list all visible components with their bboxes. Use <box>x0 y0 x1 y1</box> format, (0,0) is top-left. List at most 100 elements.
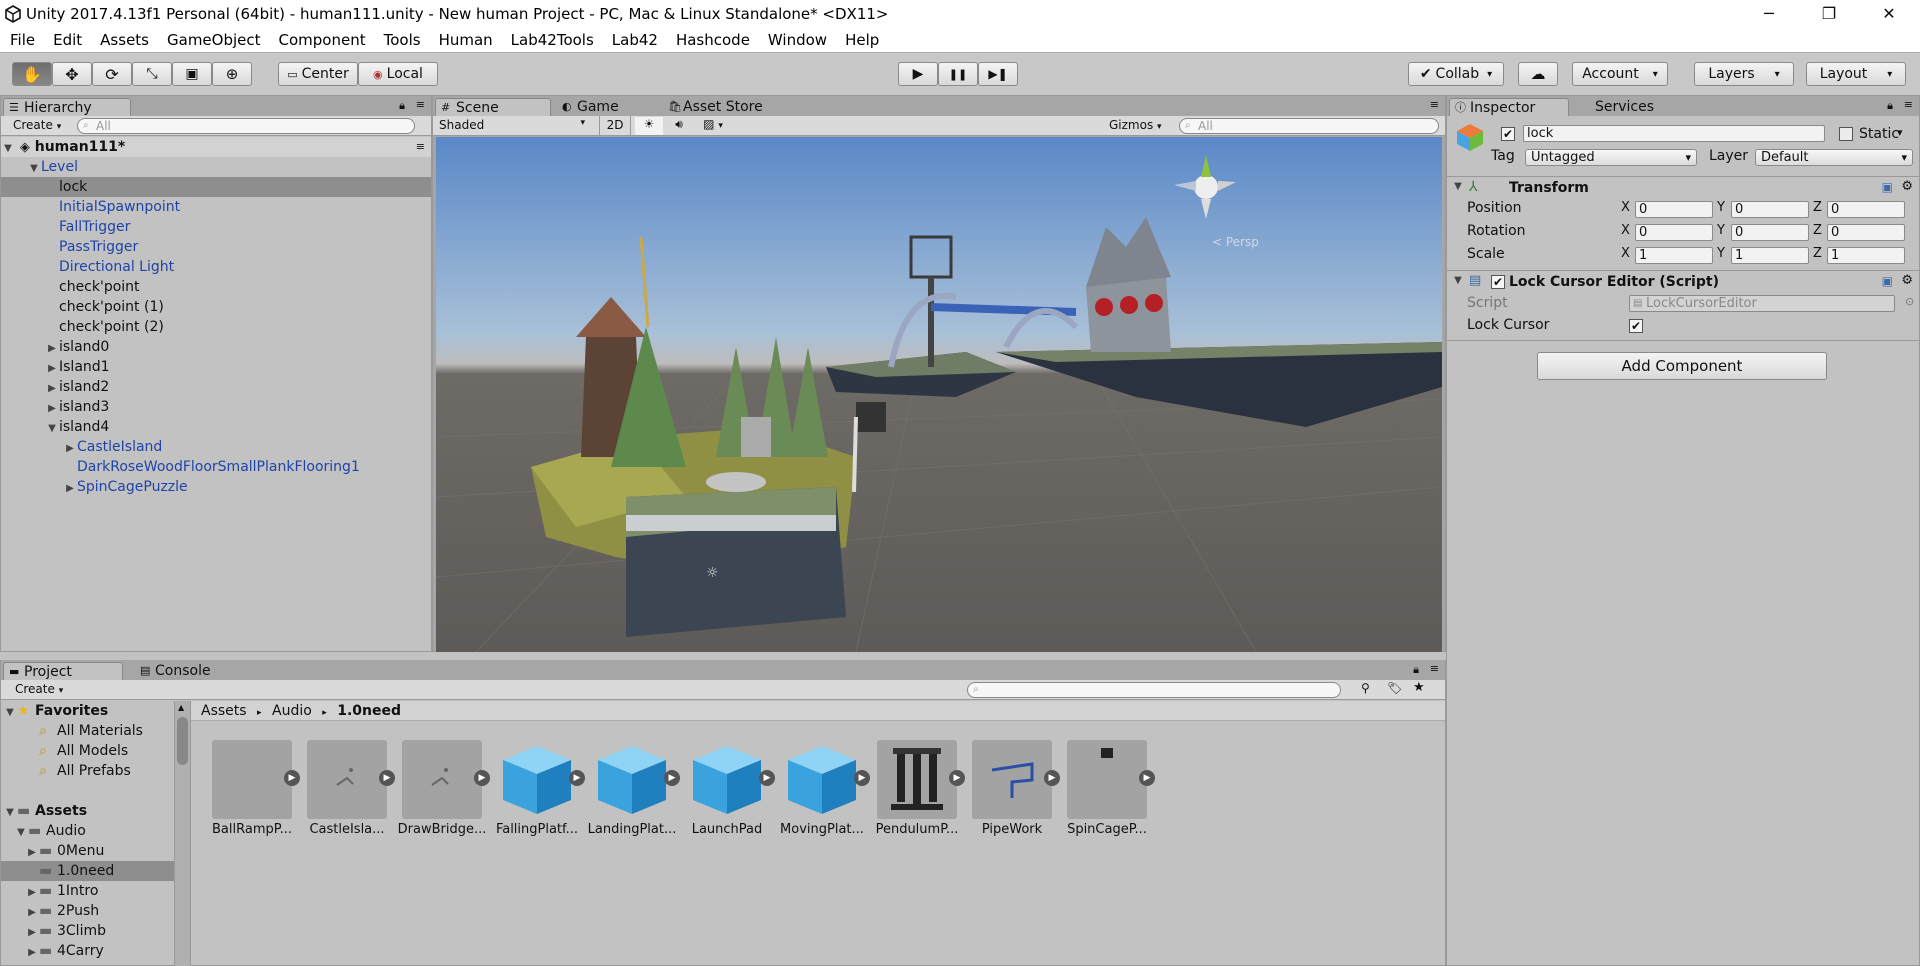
asset-item[interactable]: ▶ SpinCageP... <box>1067 740 1155 840</box>
collab-dropdown[interactable]: ✔ Collab ▾ <box>1408 62 1504 86</box>
hierarchy-item[interactable]: ▶ island2 <box>1 377 431 397</box>
asset-item[interactable]: ▶ CastleIsla... <box>307 740 395 840</box>
asset-item[interactable]: ▶ LaunchPad <box>687 740 775 840</box>
expand-prefab-button[interactable]: ▶ <box>1139 770 1155 786</box>
expand-arrow-icon[interactable]: ▼ <box>27 159 41 179</box>
2d-toggle[interactable]: 2D <box>599 116 631 135</box>
asset-item[interactable]: ▶ LandingPlat... <box>588 740 680 840</box>
expand-arrow-icon[interactable]: ▶ <box>25 883 39 903</box>
expand-prefab-button[interactable]: ▶ <box>569 770 585 786</box>
pivot-center-button[interactable]: ▭ Center <box>278 62 358 86</box>
hierarchy-item[interactable]: ▶ SpinCagePuzzle <box>1 477 431 497</box>
expand-arrow-icon[interactable]: ▶ <box>25 923 39 943</box>
tab-console[interactable]: ▤ Console <box>135 662 235 680</box>
expand-arrow-icon[interactable]: ▶ <box>45 339 59 359</box>
menu-assets[interactable]: Assets <box>91 31 158 49</box>
layer-dropdown[interactable]: Default <box>1755 149 1913 166</box>
expand-arrow-icon[interactable]: ▶ <box>25 903 39 923</box>
tab-inspector[interactable]: ⓘ Inspector <box>1449 98 1569 116</box>
breadcrumb-assets[interactable]: Assets <box>201 703 247 719</box>
rect-tool-button[interactable]: ▣ <box>172 62 212 86</box>
filter-type-icon[interactable]: ⚲ <box>1361 681 1370 695</box>
menu-lab42[interactable]: Lab42 <box>603 31 667 49</box>
minimize-button[interactable]: ─ <box>1740 0 1798 28</box>
transform-rotation-x-field[interactable]: 0 <box>1635 224 1713 241</box>
expand-prefab-button[interactable]: ▶ <box>284 770 300 786</box>
tab-game[interactable]: ◐ Game <box>557 98 657 116</box>
tab-hierarchy[interactable]: ☰ Hierarchy <box>3 98 131 116</box>
expand-arrow-icon[interactable]: ▶ <box>63 439 77 459</box>
project-tree-item[interactable]: ▶ ▬ 2Push <box>1 901 174 921</box>
object-picker-icon[interactable]: ⊙ <box>1905 295 1914 308</box>
asset-item[interactable]: ▶ MovingPlat... <box>780 740 870 840</box>
tree-scrollbar-track[interactable]: ▲ <box>175 701 191 966</box>
hierarchy-item[interactable]: ▶ island3 <box>1 397 431 417</box>
help-icon[interactable]: ▣ <box>1882 180 1893 194</box>
tab-asset-store[interactable]: 🛍︎ Asset Store <box>663 98 803 116</box>
tag-dropdown[interactable]: Untagged <box>1525 149 1697 166</box>
tab-project[interactable]: ▬ Project <box>3 662 123 680</box>
transform-position-x-field[interactable]: 0 <box>1635 201 1713 218</box>
audio-toggle[interactable]: 🔊︎ <box>665 117 693 135</box>
active-checkbox[interactable]: ✔ <box>1501 127 1515 141</box>
menu-gameobject[interactable]: GameObject <box>158 31 270 49</box>
step-button[interactable]: ▶❚ <box>978 62 1018 86</box>
move-tool-button[interactable]: ✥ <box>52 62 92 86</box>
scene-search-input[interactable]: ⌕ All <box>1179 118 1439 134</box>
asset-item[interactable]: ▶ PipeWork <box>972 740 1060 840</box>
menu-component[interactable]: Component <box>270 31 375 49</box>
transform-scale-z-field[interactable]: 1 <box>1827 247 1905 264</box>
hierarchy-item[interactable]: check'point (2) <box>1 317 431 337</box>
expand-prefab-button[interactable]: ▶ <box>664 770 680 786</box>
transform-header[interactable]: ▼ ⅄ Transform ▣ ⚙ <box>1447 177 1919 199</box>
menu-file[interactable]: File <box>0 31 44 49</box>
panel-menu-icon[interactable]: ≡ <box>416 98 425 111</box>
project-tree-item[interactable]: ⌕ All Materials <box>1 721 174 741</box>
expand-prefab-button[interactable]: ▶ <box>759 770 775 786</box>
hierarchy-item[interactable]: ▶ Island1 <box>1 357 431 377</box>
hierarchy-item[interactable]: ▼ island4 <box>1 417 431 437</box>
expand-arrow-icon[interactable]: ▶ <box>45 379 59 399</box>
menu-lab42tools[interactable]: Lab42Tools <box>502 31 603 49</box>
expand-arrow-icon[interactable]: ▼ <box>3 703 17 723</box>
account-dropdown[interactable]: Account ▾ <box>1572 62 1668 86</box>
hierarchy-item[interactable]: lock <box>1 177 431 197</box>
lock-cursor-checkbox[interactable]: ✔ <box>1629 319 1643 333</box>
expand-arrow-icon[interactable]: ▼ <box>1451 181 1465 192</box>
scrollbar-thumb[interactable] <box>177 717 188 765</box>
hierarchy-item[interactable]: DarkRoseWoodFloorSmallPlankFlooring1 <box>1 457 431 477</box>
expand-arrow-icon[interactable]: ▼ <box>45 419 59 439</box>
label-tag-icon[interactable]: 🏷︎ <box>1387 681 1402 695</box>
expand-arrow-icon[interactable]: ▶ <box>25 843 39 863</box>
play-button[interactable]: ▶ <box>898 62 938 86</box>
menu-help[interactable]: Help <box>836 31 888 49</box>
layers-dropdown[interactable]: Layers ▾ <box>1694 62 1794 86</box>
lighting-toggle[interactable]: ☀ <box>635 117 663 135</box>
transform-scale-y-field[interactable]: 1 <box>1731 247 1809 264</box>
asset-item[interactable]: ▶ BallRampP... <box>212 740 300 840</box>
scale-tool-button[interactable]: ⤡ <box>132 62 172 86</box>
gear-icon[interactable]: ⚙ <box>1901 179 1913 194</box>
hierarchy-item[interactable]: ▶ island0 <box>1 337 431 357</box>
transform-tool-button[interactable]: ⊕ <box>212 62 252 86</box>
lock-icon[interactable]: 🔒︎ <box>1413 663 1419 677</box>
project-tree-item[interactable]: ▼ ★ Favorites <box>1 701 174 721</box>
project-create-button[interactable]: Create ▾ <box>15 682 63 696</box>
transform-position-y-field[interactable]: 0 <box>1731 201 1809 218</box>
scene-menu-icon[interactable]: ≡ <box>416 137 425 157</box>
tab-services[interactable]: Services <box>1575 98 1675 116</box>
expand-arrow-icon[interactable]: ▶ <box>25 943 39 963</box>
expand-prefab-button[interactable]: ▶ <box>1044 770 1060 786</box>
breadcrumb-current[interactable]: 1.0need <box>337 703 401 719</box>
chevron-down-icon[interactable]: ▾ <box>1897 126 1903 139</box>
project-tree-item[interactable]: ▼ ▬ Assets <box>1 801 174 821</box>
expand-prefab-button[interactable]: ▶ <box>854 770 870 786</box>
project-tree-item[interactable]: ⌕ All Prefabs <box>1 761 174 781</box>
hierarchy-item[interactable]: check'point (1) <box>1 297 431 317</box>
hierarchy-create-button[interactable]: Create ▾ <box>13 118 61 132</box>
panel-menu-icon[interactable]: ≡ <box>1430 662 1439 675</box>
scene-root-row[interactable]: ▼ ◈ human111* ≡ <box>1 137 431 157</box>
help-icon[interactable]: ▣ <box>1882 274 1893 288</box>
scroll-up-icon[interactable]: ▲ <box>178 703 184 712</box>
hierarchy-item[interactable]: InitialSpawnpoint <box>1 197 431 217</box>
